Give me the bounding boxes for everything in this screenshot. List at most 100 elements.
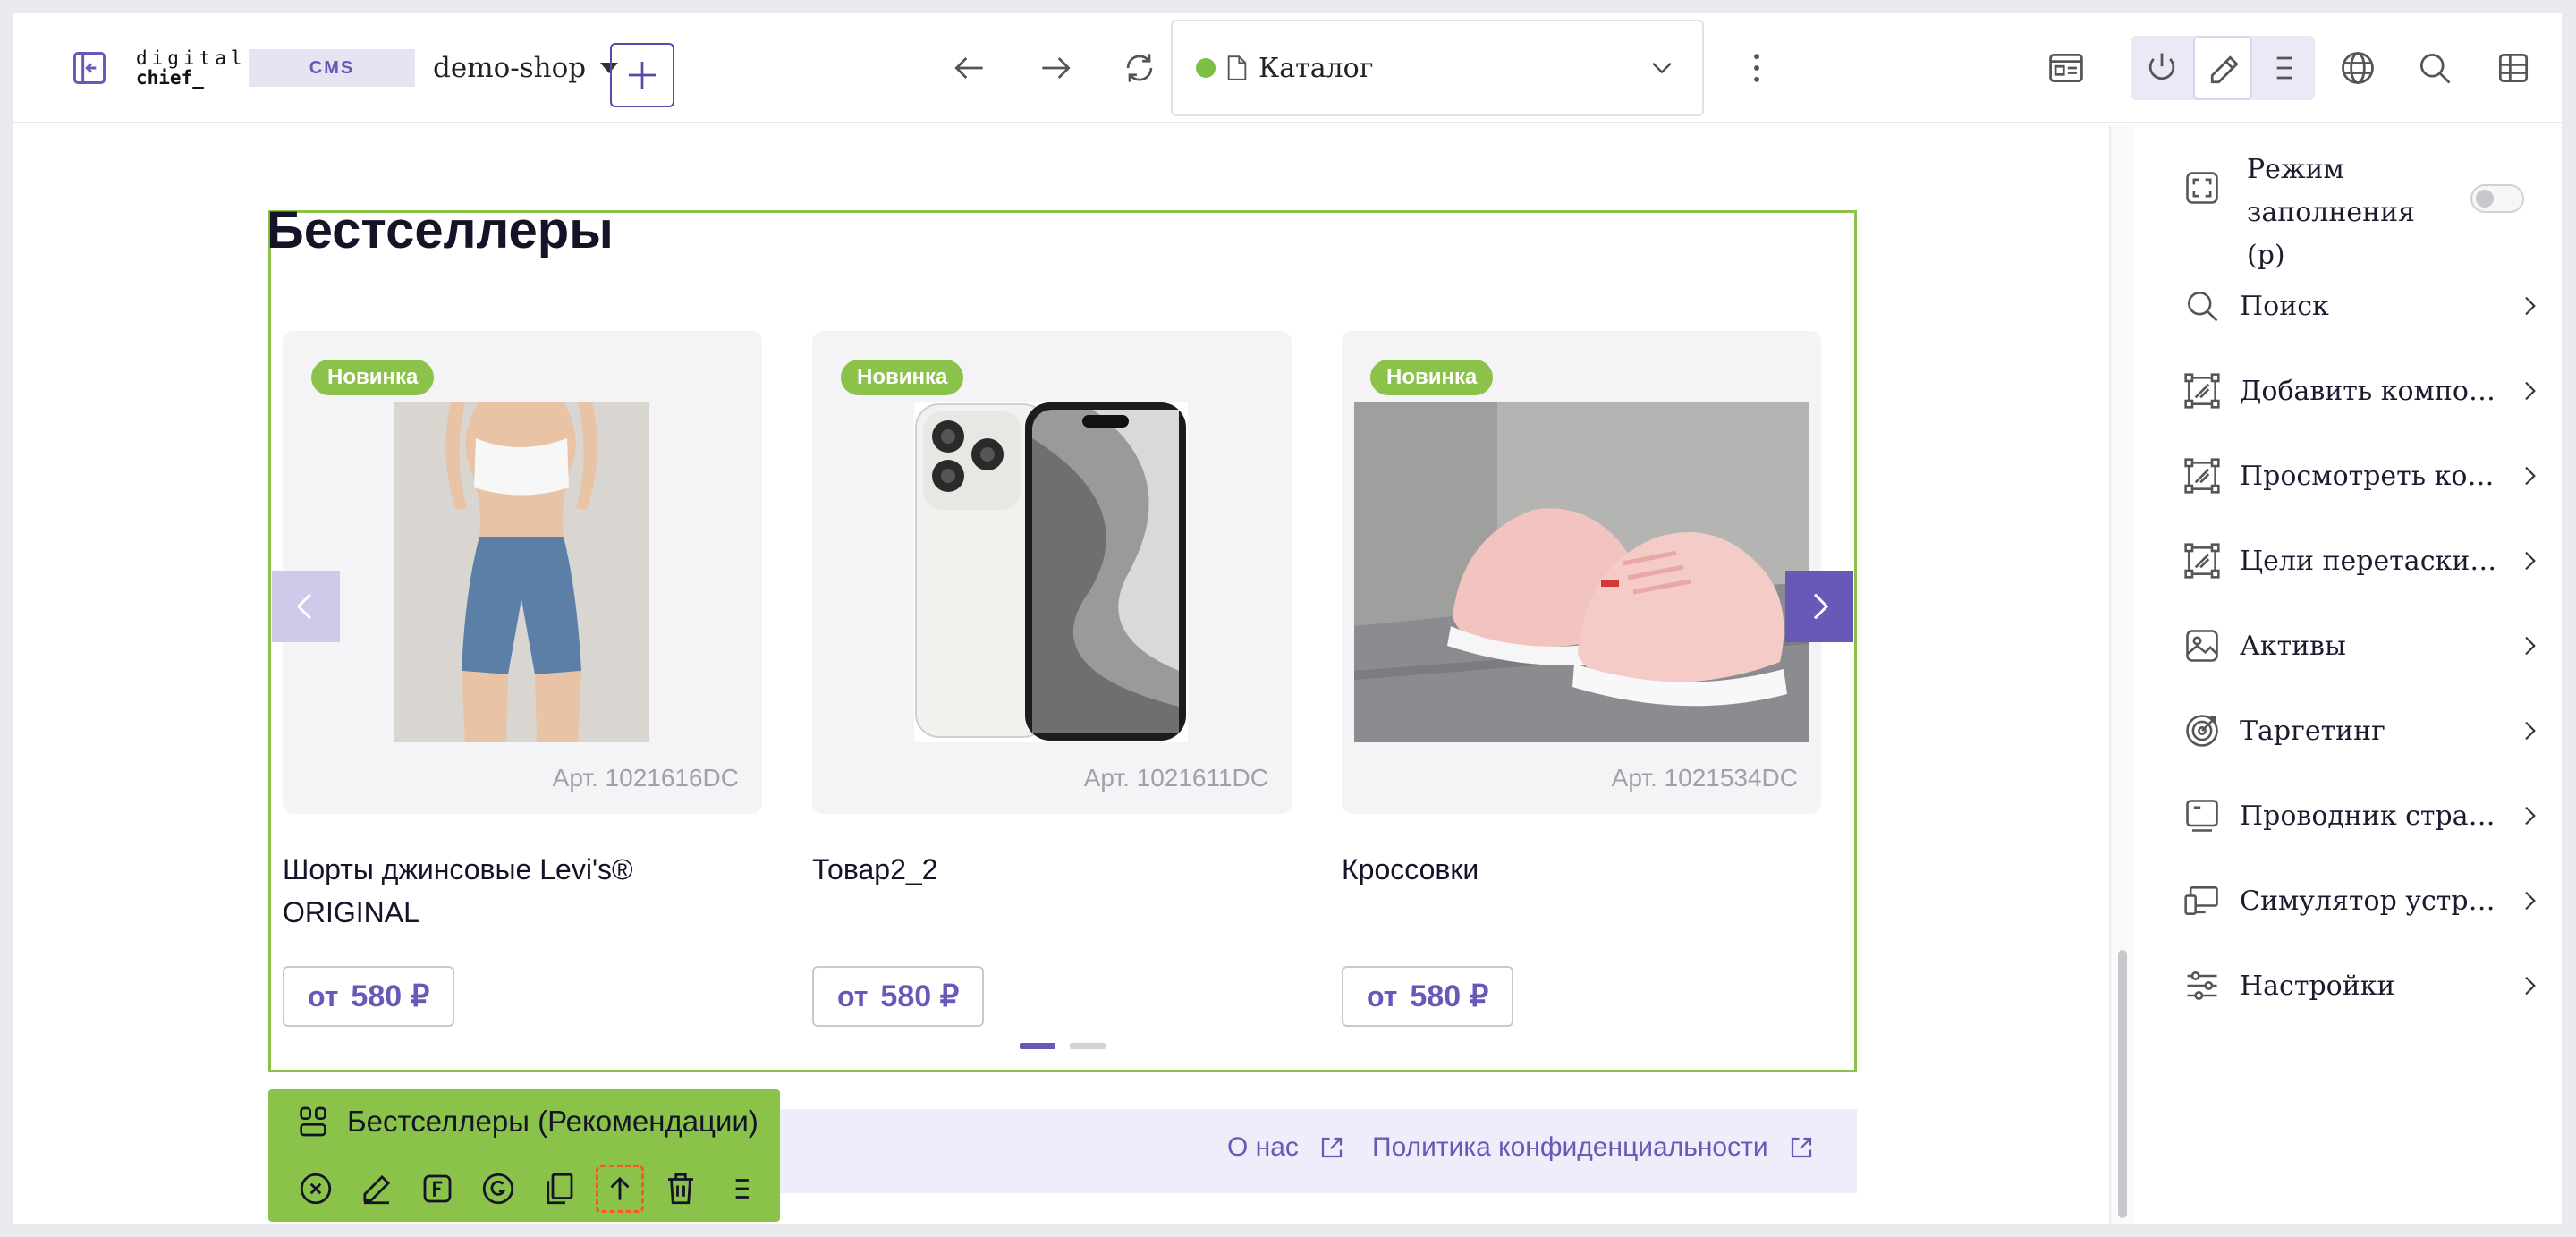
product-card[interactable]: Новинка Арт. 1021534DC	[1342, 331, 1821, 814]
product-image-phone	[914, 402, 1188, 742]
reload-icon[interactable]	[1107, 36, 1172, 100]
grid-icon[interactable]	[2481, 36, 2546, 100]
product-name[interactable]: Товар2_2	[812, 848, 1295, 891]
panel-item-add-components[interactable]: Добавить компоненты	[2136, 355, 2562, 427]
price-prefix: от	[837, 979, 869, 1012]
price-value: 580 ₽	[351, 979, 430, 1013]
image-icon	[2182, 626, 2222, 665]
globe-icon[interactable]	[2326, 36, 2390, 100]
panel-item-label: Настройки	[2240, 970, 2395, 1002]
g-button[interactable]	[474, 1165, 522, 1213]
pencil-icon	[2210, 55, 2239, 84]
product-name[interactable]: Шорты джинсовые Levi's® ORIGINAL	[283, 848, 766, 934]
side-panel: Режим заполнения (p) Поиск Добавить комп…	[2136, 125, 2562, 1224]
panel-item-view-components[interactable]: Просмотреть компоненты	[2136, 440, 2562, 512]
panel-item-search[interactable]: Поиск	[2136, 270, 2562, 342]
chevron-right-icon	[2525, 381, 2536, 401]
panel-item-label: Симулятор устройств	[2240, 885, 2508, 917]
panel-item-label: Добавить компоненты	[2240, 375, 2508, 407]
section-title: Бестселлеры	[267, 201, 614, 259]
privacy-link-label: Политика конфиденциальности	[1372, 1132, 1768, 1162]
search-icon[interactable]	[2402, 36, 2467, 100]
carousel-next-button[interactable]	[1785, 571, 1853, 642]
carousel-prev-button[interactable]	[272, 571, 340, 642]
price-value: 580 ₽	[1410, 979, 1489, 1013]
privacy-link[interactable]: Политика конфиденциальности	[1372, 1132, 1815, 1163]
edit-component-button[interactable]	[352, 1165, 401, 1213]
fill-mode-icon	[2182, 168, 2222, 208]
new-badge: Новинка	[841, 360, 964, 395]
edit-mode-button[interactable]	[2193, 36, 2252, 100]
fill-mode-row: Режим заполнения (p)	[2136, 125, 2562, 271]
chevron-right-icon	[2525, 296, 2536, 316]
about-link-label: О нас	[1227, 1132, 1299, 1162]
price-button[interactable]: от 580 ₽	[283, 966, 455, 1027]
panel-item-label: Цели перетаскивания	[2240, 545, 2508, 577]
mode-switcher	[2131, 36, 2315, 100]
cms-badge: CMS	[249, 49, 415, 87]
close-component-button[interactable]	[292, 1165, 340, 1213]
page-canvas: Бестселлеры Новинка Арт. 1021616DC Шорты…	[13, 125, 2109, 1224]
price-value: 580 ₽	[880, 979, 960, 1013]
devices-icon	[2182, 881, 2222, 920]
price-prefix: от	[1367, 979, 1398, 1012]
panel-item-device-simulator[interactable]: Симулятор устройств	[2136, 865, 2562, 936]
panel-item-settings[interactable]: Настройки	[2136, 950, 2562, 1021]
copy-icon	[547, 1173, 573, 1205]
delete-button[interactable]	[657, 1165, 705, 1213]
layout-preview-icon[interactable]	[2034, 36, 2098, 100]
chevron-down-icon	[1652, 62, 1672, 74]
carousel-dot-active[interactable]	[1020, 1043, 1055, 1049]
chevron-right-icon	[2525, 636, 2536, 656]
carousel-dot[interactable]	[1070, 1043, 1106, 1049]
chevron-right-icon	[2525, 466, 2536, 486]
select-parent-button[interactable]	[596, 1165, 644, 1213]
chevron-right-icon	[2525, 551, 2536, 571]
trash-icon	[668, 1173, 693, 1205]
price-prefix: от	[308, 979, 339, 1012]
app-window: digital chief_ CMS demo-shop Каталог Бес…	[13, 13, 2562, 1224]
menu-icon	[735, 1179, 749, 1199]
search-icon	[2182, 286, 2222, 326]
fill-mode-label: Режим заполнения (p)	[2247, 154, 2416, 271]
panel-item-label: Просмотреть компоненты	[2240, 460, 2508, 492]
product-card[interactable]: Новинка Арт. 1021611DC	[812, 331, 1292, 814]
list-mode-icon[interactable]	[2252, 36, 2315, 100]
more-vertical-icon[interactable]	[1724, 36, 1789, 100]
component-add-icon	[2182, 371, 2222, 411]
price-button[interactable]: от 580 ₽	[1342, 966, 1514, 1027]
page-selector[interactable]: Каталог	[1171, 20, 1704, 116]
panel-item-drop-targets[interactable]: Цели перетаскивания	[2136, 525, 2562, 597]
add-button[interactable]	[610, 43, 674, 107]
f-button[interactable]	[413, 1165, 462, 1213]
site-select[interactable]: demo-shop	[433, 45, 619, 91]
scroll-thumb[interactable]	[2118, 950, 2127, 1218]
product-name[interactable]: Кроссовки	[1342, 848, 1825, 891]
g-icon	[482, 1173, 514, 1205]
canvas-scrollbar[interactable]	[2109, 125, 2134, 1224]
close-icon	[300, 1173, 332, 1205]
chevron-left-icon	[296, 593, 312, 620]
panel-item-targeting[interactable]: Таргетинг	[2136, 695, 2562, 767]
price-button[interactable]: от 580 ₽	[812, 966, 985, 1027]
panel-item-page-explorer[interactable]: Проводник страниц	[2136, 780, 2562, 851]
page-icon	[1227, 55, 1247, 80]
component-menu-button[interactable]	[717, 1165, 766, 1213]
forward-icon[interactable]	[1023, 36, 1088, 100]
product-image-sneakers	[1354, 402, 1809, 742]
about-link[interactable]: О нас	[1227, 1132, 1345, 1163]
settings-icon	[2182, 966, 2222, 1005]
panel-item-assets[interactable]: Активы	[2136, 610, 2562, 682]
product-card[interactable]: Новинка Арт. 1021616DC	[283, 331, 762, 814]
collapse-sidebar-icon[interactable]	[57, 36, 122, 100]
f-icon	[423, 1174, 452, 1203]
component-toolbar: Бестселлеры (Рекомендации)	[268, 1089, 780, 1222]
fill-mode-toggle[interactable]	[2470, 184, 2524, 213]
pages-icon	[2182, 796, 2222, 835]
power-icon[interactable]	[2131, 36, 2193, 100]
back-icon[interactable]	[937, 36, 1002, 100]
drop-target-icon	[2182, 541, 2222, 580]
copy-button[interactable]	[535, 1165, 583, 1213]
new-badge: Новинка	[1370, 360, 1494, 395]
panel-item-label: Таргетинг	[2240, 715, 2385, 747]
